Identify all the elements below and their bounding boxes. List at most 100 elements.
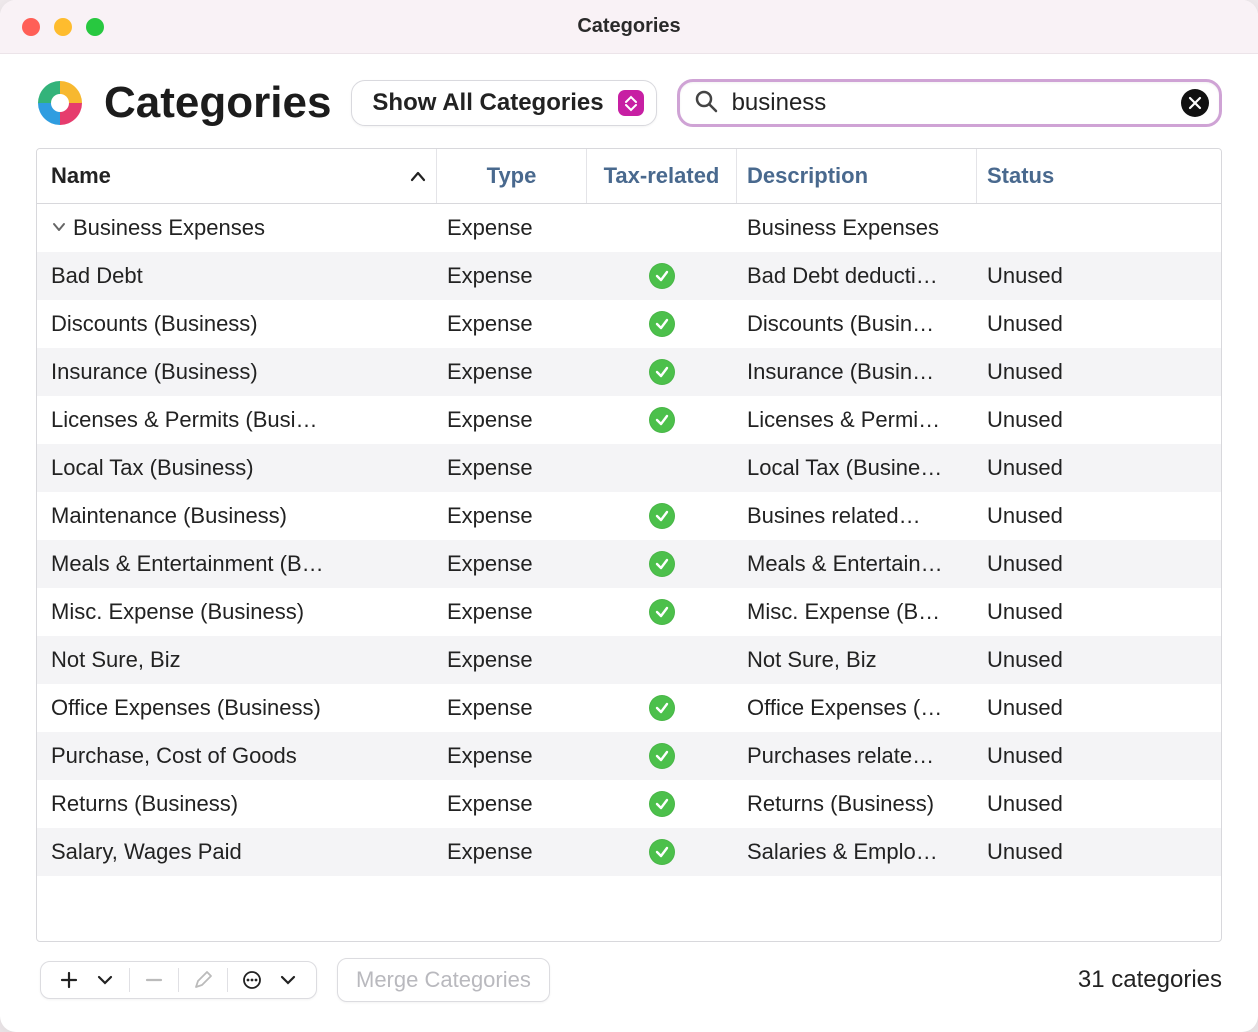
cell-description: Purchases relate… [737,743,977,769]
table-row[interactable]: Meals & Entertainment (B… Expense Meals & … [37,540,1221,588]
checkmark-icon [649,839,675,865]
footer: Merge Categories 31 categories [0,942,1258,1032]
table-header: Name Type Tax-related Description Status [37,149,1221,204]
column-header-description[interactable]: Description [737,149,977,203]
category-name-label: Licenses & Permits (Busi… [51,407,318,433]
checkmark-icon [649,599,675,625]
cell-status: Unused [977,839,1221,865]
cell-status: Unused [977,455,1221,481]
cell-status: Unused [977,503,1221,529]
window-controls [22,18,104,36]
cell-name: Local Tax (Business) [37,455,437,481]
table-row[interactable]: Business ExpensesExpenseBusiness Expense… [37,204,1221,252]
table-row[interactable]: Insurance (Business)ExpenseInsurance (Bu… [37,348,1221,396]
cell-tax [587,503,737,529]
column-header-name[interactable]: Name [37,149,437,203]
cell-tax [587,359,737,385]
cell-type: Expense [437,407,587,433]
cell-description: Returns (Business) [737,791,977,817]
cell-name: Maintenance (Business) [37,503,437,529]
cell-tax [587,551,737,577]
cell-description: Insurance (Busin… [737,359,977,385]
more-actions-button[interactable] [234,966,270,994]
cell-status: Unused [977,359,1221,385]
table-row[interactable]: Local Tax (Business)ExpenseLocal Tax (Bu… [37,444,1221,492]
clear-search-button[interactable] [1181,89,1209,117]
cell-name: Purchase, Cost of Goods [37,743,437,769]
window-title: Categories [0,15,1258,38]
close-window-button[interactable] [22,18,40,36]
cell-name: Salary, Wages Paid [37,839,437,865]
add-category-button[interactable] [51,966,87,994]
toolbar-separator [178,968,179,992]
add-menu-chevron[interactable] [87,966,123,994]
category-name-label: Bad Debt [51,263,143,289]
category-filter-label: Show All Categories [372,89,603,117]
page-header: Categories Show All Categories [36,78,1222,128]
cell-type: Expense [437,791,587,817]
minimize-window-button[interactable] [54,18,72,36]
edit-category-button [185,966,221,994]
table-row[interactable]: Office Expenses (Business)ExpenseOffice … [37,684,1221,732]
cell-tax [587,791,737,817]
cell-description: Bad Debt deducti… [737,263,977,289]
category-name-label: Not Sure, Biz [51,647,181,673]
cell-type: Expense [437,359,587,385]
category-name-label: Local Tax (Business) [51,455,254,481]
table-row[interactable]: Discounts (Business)ExpenseDiscounts (Bu… [37,300,1221,348]
cell-name: Misc. Expense (Business) [37,599,437,625]
cell-name: Office Expenses (Business) [37,695,437,721]
cell-status: Unused [977,647,1221,673]
table-row[interactable]: Returns (Business)ExpenseReturns (Busine… [37,780,1221,828]
column-header-status[interactable]: Status [977,149,1221,203]
checkmark-icon [649,263,675,289]
column-header-tax[interactable]: Tax-related [587,149,737,203]
cell-type: Expense [437,263,587,289]
cell-description: Discounts (Busin… [737,311,977,337]
cell-description: Misc. Expense (B… [737,599,977,625]
table-row[interactable]: Licenses & Permits (Busi…ExpenseLicenses… [37,396,1221,444]
cell-status: Unused [977,791,1221,817]
category-filter-select[interactable]: Show All Categories [351,80,656,126]
zoom-window-button[interactable] [86,18,104,36]
checkmark-icon [649,311,675,337]
category-name-label: Discounts (Business) [51,311,258,337]
category-name-label: Purchase, Cost of Goods [51,743,297,769]
cell-status: Unused [977,551,1221,577]
search-input[interactable] [730,88,1169,118]
cell-status: Unused [977,407,1221,433]
titlebar: Categories [0,0,1258,54]
table-row[interactable]: Bad DebtExpenseBad Debt deducti…Unused [37,252,1221,300]
search-field[interactable] [677,79,1222,127]
cell-type: Expense [437,743,587,769]
category-name-label: Business Expenses [73,215,265,241]
remove-category-button [136,966,172,994]
cell-name: Discounts (Business) [37,311,437,337]
column-header-name-label: Name [51,163,111,189]
cell-type: Expense [437,215,587,241]
table-row[interactable]: Purchase, Cost of Goods Expense Purchases … [37,732,1221,780]
column-header-type[interactable]: Type [437,149,587,203]
category-name-label: Maintenance (Business) [51,503,287,529]
cell-tax [587,743,737,769]
cell-description: Meals & Entertain… [737,551,977,577]
category-name-label: Meals & Entertainment (B… [51,551,324,577]
table-row[interactable]: Misc. Expense (Business)Expense Misc. Exp… [37,588,1221,636]
cell-description: Busines related… [737,503,977,529]
table-row[interactable]: Salary, Wages PaidExpenseSalaries & Empl… [37,828,1221,876]
cell-type: Expense [437,503,587,529]
table-row[interactable]: Not Sure, BizExpenseNot Sure, BizUnused [37,636,1221,684]
cell-type: Expense [437,599,587,625]
more-actions-chevron[interactable] [270,966,306,994]
cell-tax [587,263,737,289]
table-row[interactable]: Maintenance (Business) Expense Busines rel… [37,492,1221,540]
category-count-label: 31 categories [1078,966,1222,994]
app-logo-icon [36,79,84,127]
disclosure-triangle-icon[interactable] [51,215,67,241]
checkmark-icon [649,407,675,433]
cell-type: Expense [437,551,587,577]
category-name-label: Office Expenses (Business) [51,695,321,721]
table-body[interactable]: Business ExpensesExpenseBusiness Expense… [37,204,1221,941]
cell-type: Expense [437,647,587,673]
categories-table: Name Type Tax-related Description Status… [36,148,1222,942]
